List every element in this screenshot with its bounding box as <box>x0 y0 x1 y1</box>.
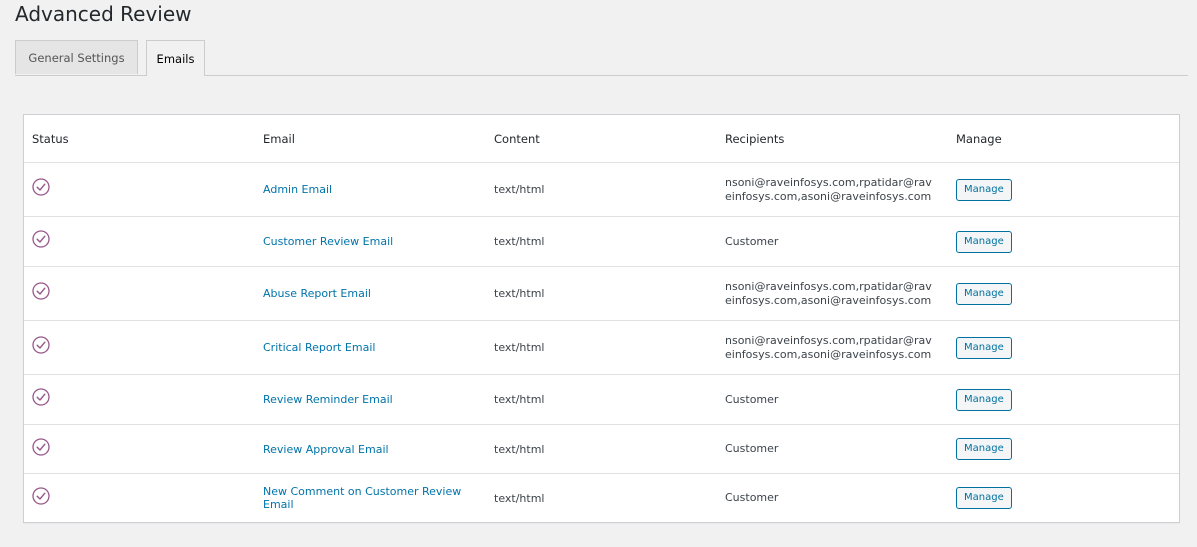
email-cell: Customer Review Email <box>255 216 486 267</box>
manage-button[interactable]: Manage <box>956 438 1012 460</box>
manage-cell: Manage <box>948 320 1179 375</box>
check-circle-icon <box>32 437 50 456</box>
email-name-link[interactable]: Customer Review Email <box>263 235 393 248</box>
manage-cell: Manage <box>948 424 1179 474</box>
email-cell: Critical Report Email <box>255 320 486 375</box>
manage-cell: Manage <box>948 474 1179 523</box>
email-name-link[interactable]: Review Approval Email <box>263 443 389 456</box>
content-type-cell: text/html <box>486 162 717 217</box>
email-name-link[interactable]: Critical Report Email <box>263 341 375 354</box>
page-title: Advanced Review <box>15 2 192 26</box>
column-header-content: Content <box>486 115 717 163</box>
status-cell <box>24 320 255 375</box>
check-circle-icon <box>32 336 50 354</box>
settings-tabs: General Settings Emails <box>15 40 1188 76</box>
manage-cell: Manage <box>948 162 1179 217</box>
manage-cell: Manage <box>948 266 1179 321</box>
manage-button[interactable]: Manage <box>956 487 1012 510</box>
column-header-email: Email <box>255 115 486 163</box>
status-cell <box>24 266 255 321</box>
table-row: Review Reminder Email text/html Customer Ma… <box>24 374 1179 425</box>
manage-button[interactable]: Manage <box>956 282 1012 305</box>
email-name-link[interactable]: Admin Email <box>263 183 332 196</box>
email-cell: Review Approval Email <box>255 424 486 474</box>
tab-general-settings[interactable]: General Settings <box>15 40 138 74</box>
recipients-cell: Customer <box>717 216 948 267</box>
column-header-recipients: Recipients <box>717 115 948 163</box>
email-cell: Abuse Report Email <box>255 266 486 321</box>
column-header-status: Status <box>24 115 255 163</box>
table-row: Customer Review Email text/html Customer Ma… <box>24 216 1179 267</box>
check-circle-icon <box>32 487 50 505</box>
manage-cell: Manage <box>948 216 1179 267</box>
table-row: Admin Email text/html nsoni@raveinfosys.co… <box>24 162 1179 217</box>
table-row: Review Approval Email text/html Customer Ma… <box>24 424 1179 474</box>
recipients-cell: nsoni@raveinfosys.com,rpatidar@raveinfos… <box>717 320 948 375</box>
content-type-cell: text/html <box>486 374 717 425</box>
status-cell <box>24 474 255 523</box>
content-type-cell: text/html <box>494 491 545 505</box>
check-circle-icon <box>32 178 50 196</box>
status-cell <box>24 216 255 267</box>
email-cell: Admin Email <box>255 162 486 217</box>
table-row: New Comment on Customer Review Email text… <box>24 474 1179 523</box>
table-header-row: Status Email Content Recipients Manage <box>24 115 1179 163</box>
email-name-link[interactable]: New Comment on Customer Review Email <box>263 485 461 511</box>
manage-button[interactable]: Manage <box>956 178 1012 201</box>
manage-cell: Manage <box>948 374 1179 425</box>
emails-table: Status Email Content Recipients Manage A… <box>23 114 1180 523</box>
recipients-cell: nsoni@raveinfosys.com,rpatidar@raveinfos… <box>717 266 948 321</box>
content-type-cell: text/html <box>486 424 717 474</box>
recipients-cell: Customer <box>725 491 779 505</box>
manage-button[interactable]: Manage <box>956 388 1012 411</box>
table-row: Critical Report Email text/html nsoni@rave… <box>24 320 1179 375</box>
check-circle-icon <box>32 230 50 248</box>
recipients-cell: Customer <box>717 374 948 425</box>
recipients-cell: Customer <box>717 424 948 474</box>
column-header-manage: Manage <box>948 115 1179 163</box>
content-type-cell: text/html <box>486 266 717 321</box>
recipients-cell: nsoni@raveinfosys.com,rpatidar@raveinfos… <box>717 162 948 217</box>
manage-button[interactable]: Manage <box>956 230 1012 253</box>
check-circle-icon <box>32 282 50 300</box>
content-type-cell: text/html <box>486 216 717 267</box>
email-cell: Review Reminder Email <box>255 374 486 425</box>
status-cell <box>24 374 255 425</box>
email-name-link[interactable]: Abuse Report Email <box>263 287 371 300</box>
tab-emails[interactable]: Emails <box>146 40 205 76</box>
content-type-cell: text/html <box>486 320 717 375</box>
status-cell <box>24 424 255 474</box>
status-cell <box>24 162 255 217</box>
manage-button[interactable]: Manage <box>956 336 1012 359</box>
table-row: Abuse Report Email text/html nsoni@raveinf… <box>24 266 1179 321</box>
email-cell: New Comment on Customer Review Email <box>255 474 486 523</box>
email-name-link[interactable]: Review Reminder Email <box>263 393 393 406</box>
check-circle-icon <box>32 388 50 406</box>
